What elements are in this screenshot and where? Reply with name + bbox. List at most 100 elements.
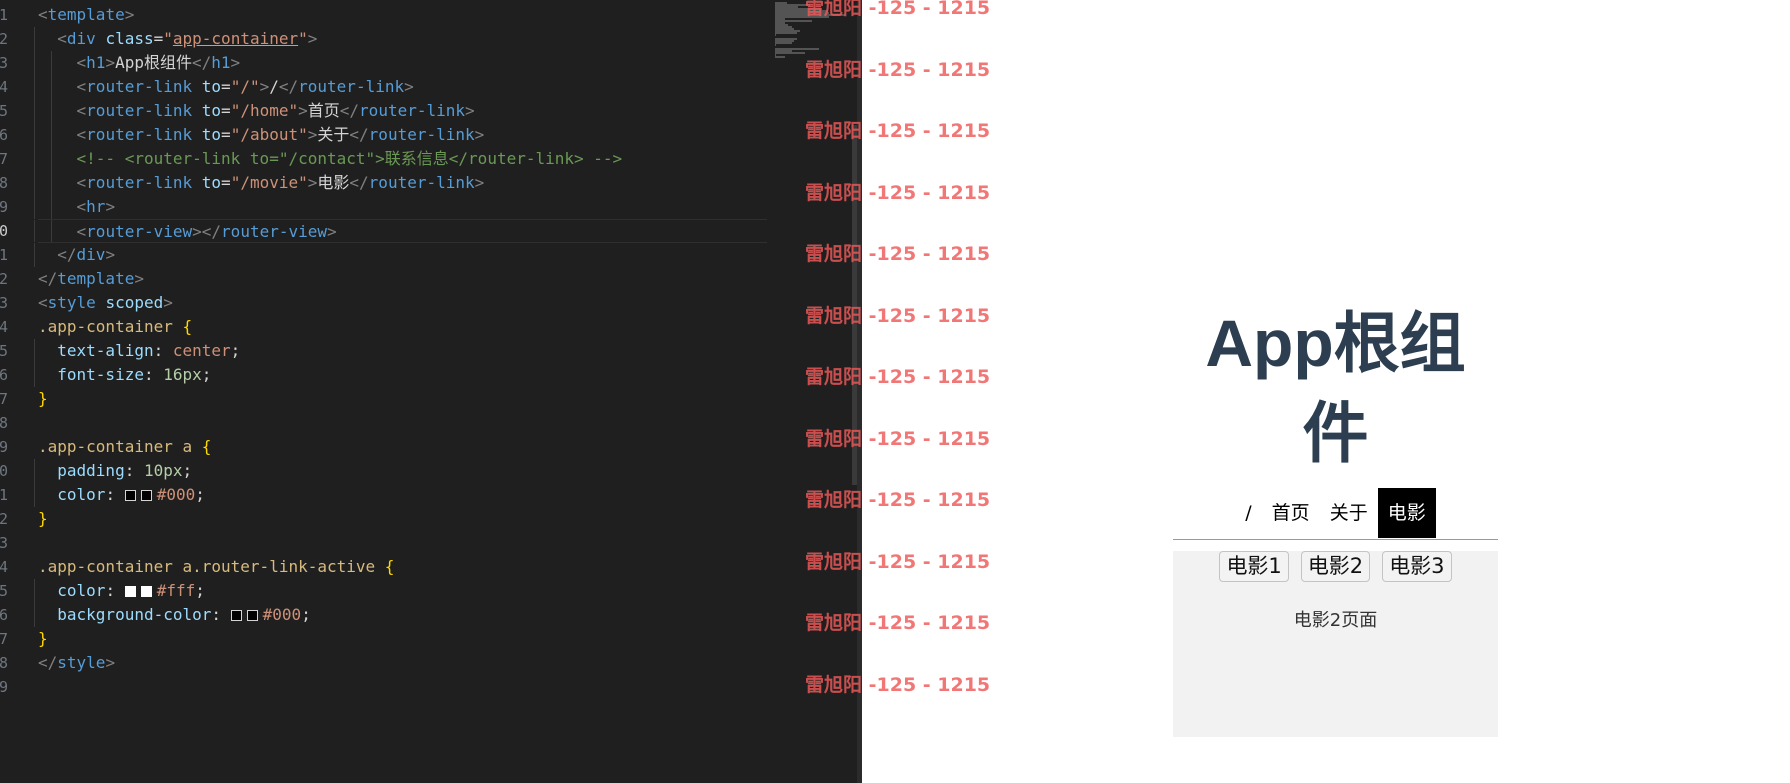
code-line[interactable]: .app-container { (38, 315, 767, 339)
code-token: div (66, 29, 96, 48)
line-number: 5 (0, 102, 8, 120)
indent-guide (50, 51, 52, 75)
minimap-line (775, 32, 797, 34)
code-line[interactable]: <div class="app-container"> (34, 27, 767, 51)
code-line[interactable]: } (38, 387, 767, 411)
code-line[interactable]: <template> (38, 3, 767, 27)
code-token: router-link (359, 101, 466, 120)
code-token: = (221, 173, 231, 192)
code-token: 电影 (317, 173, 350, 192)
code-line[interactable]: } (38, 627, 767, 651)
color-swatch-icon[interactable] (124, 490, 136, 501)
code-line[interactable]: </div> (34, 243, 767, 267)
code-line[interactable]: </template> (38, 267, 767, 291)
code-token: > (404, 77, 414, 96)
line-number-gutter: 1 2 3 4 5 6 7 8 9 0 1 2 3 4 5 6 7 8 9 0 1 2 3 4 5 6 7 8 9 (0, 0, 28, 783)
code-line[interactable]: <router-link to="/">/</router-link> (34, 75, 767, 99)
code-line[interactable] (38, 531, 767, 555)
movie-link-button[interactable]: 电影3 (1382, 551, 1452, 582)
router-link[interactable]: 关于 (1320, 488, 1378, 538)
line-number: 2 (0, 30, 8, 48)
code-line[interactable]: padding: 10px; (34, 459, 767, 483)
code-token: center (172, 341, 231, 360)
code-token: 10px (143, 461, 183, 480)
code-token: </ (38, 269, 58, 288)
code-token: #000 (156, 485, 196, 504)
code-token: router-link (368, 125, 475, 144)
code-line[interactable]: } (38, 507, 767, 531)
code-token: > (298, 101, 308, 120)
code-token: ></ (192, 222, 222, 241)
color-swatch-icon[interactable] (140, 490, 152, 501)
horizontal-rule (1173, 539, 1498, 540)
code-token: : (105, 485, 125, 504)
watermark-text: 雷旭阳 -125 - 1215 (805, 427, 991, 450)
line-number: 6 (0, 366, 8, 384)
line-number: 7 (0, 390, 8, 408)
code-token: > (307, 173, 318, 192)
code-token: : (153, 341, 173, 360)
code-line[interactable]: .app-container a.router-link-active { (38, 555, 767, 579)
code-token: </ (191, 53, 212, 72)
minimap-line (775, 56, 785, 58)
router-link[interactable]: 首页 (1262, 488, 1320, 538)
code-token: } (38, 389, 48, 408)
code-token: > (134, 269, 144, 288)
code-area[interactable]: <template> <div class="app-container"> <… (34, 3, 767, 699)
indent-guide (34, 27, 35, 51)
line-number: 6 (0, 606, 8, 624)
router-view: 电影1 电影2 电影3 电影2页面 (1173, 551, 1498, 737)
code-token: ; (182, 461, 193, 480)
line-number: 7 (0, 150, 8, 168)
code-token: </ (38, 653, 58, 672)
code-token: router-view (86, 222, 193, 241)
code-token: ; (201, 365, 212, 384)
watermark-text: 雷旭阳 -125 - 1215 (805, 243, 991, 265)
code-line[interactable]: <router-link to="/movie">电影</router-link… (34, 171, 767, 195)
code-line[interactable]: <router-view></router-view> (34, 219, 767, 243)
code-line[interactable]: background-color: #000; (34, 603, 767, 627)
movie-link-button[interactable]: 电影2 (1300, 551, 1371, 582)
code-line[interactable]: text-align: center; (34, 339, 767, 363)
code-line[interactable] (38, 675, 767, 699)
code-line[interactable]: <router-link to="/home">首页</router-link> (34, 99, 767, 123)
watermark-text: 雷旭阳 -125 - 1215 (805, 673, 991, 696)
code-line[interactable]: .app-container a { (38, 435, 767, 459)
router-link[interactable]: 电影 (1377, 488, 1436, 538)
color-swatch-icon[interactable] (230, 610, 242, 621)
line-number: 4 (0, 558, 8, 576)
code-line[interactable]: <style scoped> (38, 291, 767, 315)
code-token: > (105, 245, 116, 264)
line-number: 9 (0, 438, 8, 456)
line-number: 3 (0, 294, 8, 312)
code-line[interactable]: <router-link to="/about">关于</router-link… (34, 123, 767, 147)
code-line[interactable]: color: #000; (34, 483, 767, 507)
code-token: to (192, 101, 222, 120)
code-line[interactable]: color: #fff; (34, 579, 767, 603)
movie-link-button[interactable]: 电影1 (1219, 551, 1289, 582)
code-editor[interactable]: 12345678901234567890123456789 <template>… (0, 0, 862, 783)
code-token: color (57, 581, 106, 600)
router-nav: / 首页 关于 电影 (1173, 488, 1498, 538)
code-token: #000 (262, 605, 302, 624)
code-token: style (47, 293, 96, 312)
code-line[interactable]: <!-- <router-link to="/contact">联系信息</ro… (34, 147, 767, 171)
code-token: </ (349, 173, 369, 192)
code-line[interactable]: <hr> (34, 195, 767, 219)
line-number: 1 (0, 6, 8, 24)
indent-guide (50, 99, 52, 123)
code-line[interactable] (38, 411, 767, 435)
router-link[interactable]: / (1235, 488, 1261, 538)
app-container: App根组件 / 首页 关于 电影 电影1 电影2 电影3 电影2页面 (1173, 298, 1498, 737)
code-token: .app-container (38, 317, 173, 336)
code-line[interactable]: </style> (38, 651, 767, 675)
color-swatch-icon[interactable] (124, 586, 136, 597)
code-line[interactable]: <h1>App根组件</h1> (34, 51, 767, 75)
color-swatch-icon[interactable] (246, 610, 258, 621)
indent-guide (34, 459, 35, 483)
color-swatch-icon[interactable] (140, 586, 152, 597)
code-line[interactable]: font-size: 16px; (34, 363, 767, 387)
code-token: < (76, 173, 87, 192)
